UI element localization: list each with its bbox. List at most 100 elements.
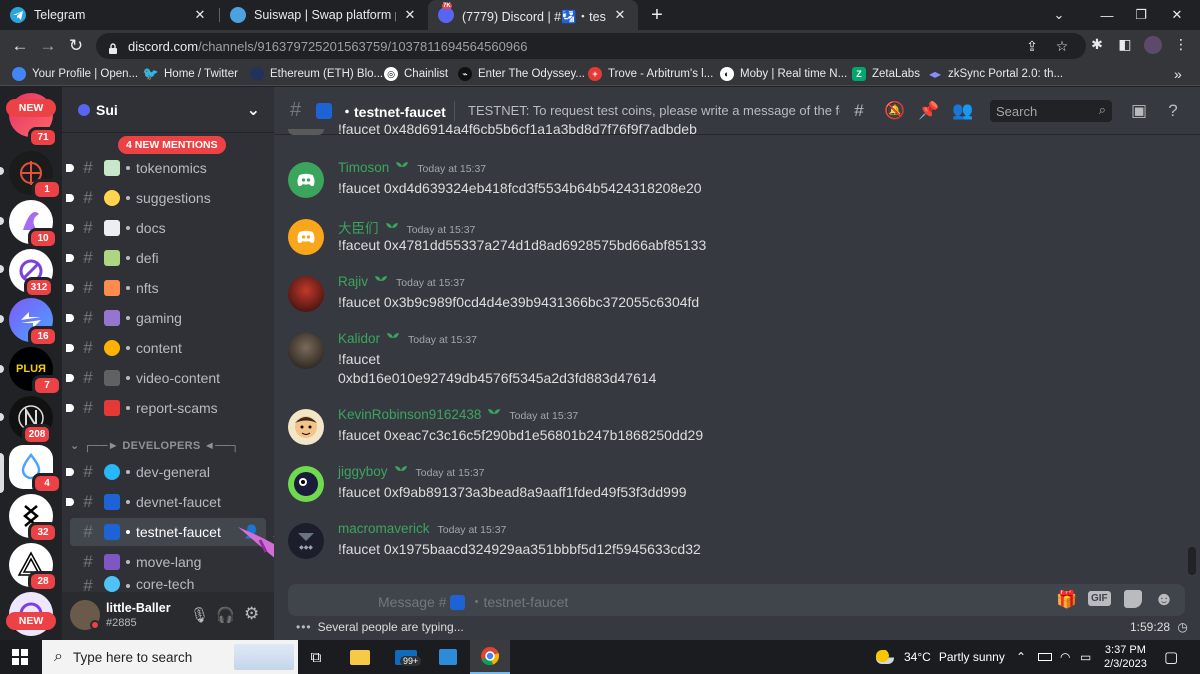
- headphones-icon[interactable]: 🎧: [216, 606, 235, 624]
- pin-icon[interactable]: 📌: [918, 101, 940, 121]
- avatar[interactable]: ◆◆◆: [288, 523, 324, 559]
- channel-suggestions[interactable]: # suggestions: [66, 184, 266, 212]
- avatar[interactable]: [288, 276, 324, 312]
- menu-icon[interactable]: ⋮: [1170, 36, 1192, 56]
- share-icon[interactable]: ⇪: [1022, 38, 1042, 55]
- notification-center-icon[interactable]: ▢: [1164, 640, 1178, 674]
- bookmark-your-profile[interactable]: Your Profile | Open...: [12, 65, 138, 83]
- message-composer[interactable]: Message # ・ testnet-faucet 🎁 GIF ☻: [288, 584, 1185, 616]
- avatar[interactable]: [288, 409, 324, 445]
- hash-icon: #: [83, 462, 93, 481]
- scrollbar-thumb[interactable]: [1188, 547, 1196, 575]
- avatar[interactable]: [288, 219, 324, 255]
- bookmarks-bar: Your Profile | Open... 🐦 Home / Twitter E…: [0, 62, 1200, 86]
- windows-start-icon[interactable]: [0, 640, 40, 674]
- side-panel-icon[interactable]: ◧: [1114, 36, 1136, 56]
- mail-icon[interactable]: 99+: [386, 640, 426, 674]
- profile-avatar[interactable]: [1142, 36, 1164, 56]
- meet-now-icon[interactable]: ▭: [1080, 640, 1091, 674]
- member-list-icon[interactable]: 👥: [952, 101, 974, 121]
- tab-telegram[interactable]: Telegram ✕: [0, 0, 218, 30]
- channel-name: gaming: [136, 310, 182, 326]
- mute-icon[interactable]: 🎙: [190, 606, 209, 624]
- channel-nfts[interactable]: # nfts: [66, 274, 266, 302]
- message-author[interactable]: 大臣们 Today at 15:37: [338, 217, 475, 237]
- forward-button[interactable]: →: [36, 34, 60, 58]
- bookmark-star-icon[interactable]: ☆: [1052, 38, 1072, 55]
- channel-report-scams[interactable]: # report-scams: [66, 394, 266, 422]
- channel-dev-general[interactable]: # dev-general: [66, 458, 266, 486]
- bookmark-etherscan[interactable]: Ethereum (ETH) Blo...: [250, 65, 383, 83]
- back-button[interactable]: ←: [8, 34, 32, 58]
- emoji-icon[interactable]: ☻: [1154, 589, 1174, 611]
- hash-icon: #: [83, 368, 93, 387]
- tab-discord[interactable]: 7K (7779) Discord | #🛂・testnet-fauc ✕: [428, 0, 638, 30]
- channel-gaming[interactable]: # gaming: [66, 304, 266, 332]
- notification-muted-icon[interactable]: 🔕: [884, 101, 906, 121]
- more-bookmarks[interactable]: »: [1174, 65, 1182, 83]
- chrome-icon[interactable]: [470, 640, 510, 674]
- bookmark-odyssey[interactable]: ⌁ Enter The Odyssey...: [458, 65, 585, 83]
- tab-suiswap[interactable]: Suiswap | Swap platform powere ✕: [220, 0, 428, 30]
- channel-defi[interactable]: # defi: [66, 244, 266, 272]
- avatar[interactable]: [288, 466, 324, 502]
- message-author[interactable]: Rajiv Today at 15:37: [338, 274, 465, 289]
- avatar[interactable]: [288, 162, 324, 198]
- channel-topic[interactable]: TESTNET: To request test coins, please w…: [468, 103, 840, 118]
- mention-badge: 1: [32, 179, 62, 200]
- bookmark-chainlist[interactable]: ◎ Chainlist: [384, 65, 448, 83]
- close-icon[interactable]: ✕: [192, 7, 208, 23]
- new-mentions-pill[interactable]: 4 NEW MENTIONS: [118, 136, 226, 154]
- threads-icon[interactable]: #: [848, 101, 870, 121]
- inbox-icon[interactable]: ▣: [1128, 101, 1150, 121]
- message-author[interactable]: KevinRobinson9162438 Today at 15:37: [338, 407, 578, 422]
- passport-control-icon: [316, 103, 332, 119]
- search-input[interactable]: Search ⌕: [990, 100, 1112, 122]
- new-unreads-badge[interactable]: NEW: [6, 612, 56, 630]
- task-view-icon[interactable]: ⧉: [296, 640, 336, 674]
- message-author[interactable]: jiggyboy Today at 15:37: [338, 464, 484, 479]
- bookmark-zksync[interactable]: ◂▸ zkSync Portal 2.0: th...: [928, 65, 1063, 83]
- close-icon[interactable]: ✕: [612, 7, 628, 23]
- category-developers[interactable]: ⌄ ┌──► DEVELOPERS ◄──┐: [70, 439, 239, 453]
- new-unreads-badge[interactable]: NEW: [6, 99, 56, 117]
- bookmark-twitter[interactable]: 🐦 Home / Twitter: [143, 65, 238, 83]
- channel-docs[interactable]: # docs: [66, 214, 266, 242]
- guild-header[interactable]: Sui ⌄: [62, 87, 274, 133]
- close-window-button[interactable]: ✕: [1154, 0, 1200, 30]
- show-hidden-icons[interactable]: ⌃: [1016, 640, 1026, 674]
- avatar[interactable]: [288, 333, 324, 369]
- address-bar[interactable]: discord.com/channels/916379725201563759/…: [96, 33, 1086, 59]
- message-author[interactable]: Timoson Today at 15:37: [338, 160, 486, 175]
- channel-content[interactable]: # content: [66, 334, 266, 362]
- close-icon[interactable]: ✕: [402, 7, 418, 23]
- channel-tokenomics[interactable]: # tokenomics: [66, 154, 266, 182]
- channel-video-content[interactable]: # video-content: [66, 364, 266, 392]
- message: Rajiv Today at 15:37 !faucet 0x3b9c989f0c…: [288, 274, 1168, 314]
- store-icon[interactable]: [428, 640, 468, 674]
- gift-icon[interactable]: 🎁: [1056, 590, 1077, 610]
- bookmark-zetalabs[interactable]: Z ZetaLabs: [852, 65, 920, 83]
- file-explorer-icon[interactable]: [340, 640, 380, 674]
- bookmark-trove[interactable]: + Trove - Arbitrum's l...: [588, 65, 713, 83]
- trove-icon: +: [588, 67, 602, 81]
- bookmark-moby[interactable]: ◐ Moby | Real time N...: [720, 65, 847, 83]
- extensions-icon[interactable]: ✱: [1086, 36, 1108, 56]
- taskbar-search-input[interactable]: ⌕ Type here to search: [42, 640, 298, 674]
- message-author[interactable]: macromaverick Today at 15:37: [338, 521, 506, 536]
- message-content: !faucet 0xeac7c3c16c5f290bd1e56801b247b1…: [338, 427, 704, 443]
- battery-icon[interactable]: [1038, 640, 1052, 674]
- mention-badge: 16: [28, 326, 58, 347]
- gear-icon[interactable]: ⚙: [244, 604, 259, 624]
- reload-button[interactable]: ↻: [64, 34, 88, 58]
- tab-search-icon[interactable]: ⌄: [1036, 0, 1082, 30]
- gif-icon[interactable]: GIF: [1088, 591, 1111, 606]
- help-icon[interactable]: ?: [1162, 101, 1184, 121]
- taskbar-clock[interactable]: 3:37 PM 2/3/2023: [1104, 640, 1147, 674]
- wifi-icon[interactable]: ◠: [1060, 640, 1070, 674]
- sticker-icon[interactable]: [1124, 590, 1142, 608]
- message-author[interactable]: Kalidor Today at 15:37: [338, 331, 477, 346]
- hash-icon: #: [290, 99, 302, 121]
- new-tab-button[interactable]: +: [642, 0, 672, 30]
- weather-widget[interactable]: 34°C Partly sunny: [876, 640, 1005, 674]
